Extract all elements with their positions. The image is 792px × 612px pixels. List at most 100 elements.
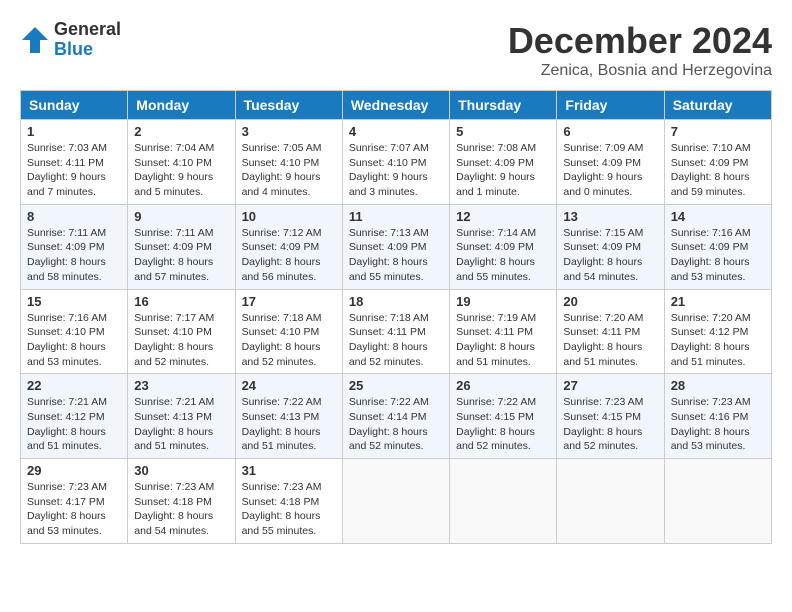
calendar-cell-w2-d3: 11 Sunrise: 7:13 AMSunset: 4:09 PMDayligh… bbox=[342, 204, 449, 289]
day-info: Sunrise: 7:21 AMSunset: 4:12 PMDaylight:… bbox=[27, 395, 121, 454]
day-number: 23 bbox=[134, 378, 228, 393]
day-number: 15 bbox=[27, 294, 121, 309]
day-info: Sunrise: 7:19 AMSunset: 4:11 PMDaylight:… bbox=[456, 311, 550, 370]
calendar-week-5: 29 Sunrise: 7:23 AMSunset: 4:17 PMDayligh… bbox=[21, 459, 772, 544]
calendar-week-4: 22 Sunrise: 7:21 AMSunset: 4:12 PMDayligh… bbox=[21, 374, 772, 459]
page-header: General Blue December 2024 Zenica, Bosni… bbox=[20, 20, 772, 80]
calendar-cell-w4-d1: 23 Sunrise: 7:21 AMSunset: 4:13 PMDayligh… bbox=[128, 374, 235, 459]
day-info: Sunrise: 7:18 AMSunset: 4:10 PMDaylight:… bbox=[242, 311, 336, 370]
day-number: 9 bbox=[134, 209, 228, 224]
calendar-cell-w2-d4: 12 Sunrise: 7:14 AMSunset: 4:09 PMDayligh… bbox=[450, 204, 557, 289]
calendar-cell-w4-d0: 22 Sunrise: 7:21 AMSunset: 4:12 PMDayligh… bbox=[21, 374, 128, 459]
day-number: 31 bbox=[242, 463, 336, 478]
day-info: Sunrise: 7:23 AMSunset: 4:15 PMDaylight:… bbox=[563, 395, 657, 454]
day-info: Sunrise: 7:22 AMSunset: 4:14 PMDaylight:… bbox=[349, 395, 443, 454]
day-number: 18 bbox=[349, 294, 443, 309]
calendar-cell-w3-d2: 17 Sunrise: 7:18 AMSunset: 4:10 PMDayligh… bbox=[235, 289, 342, 374]
day-number: 17 bbox=[242, 294, 336, 309]
day-number: 28 bbox=[671, 378, 765, 393]
day-info: Sunrise: 7:23 AMSunset: 4:17 PMDaylight:… bbox=[27, 480, 121, 539]
calendar-cell-w5-d2: 31 Sunrise: 7:23 AMSunset: 4:18 PMDayligh… bbox=[235, 459, 342, 544]
day-info: Sunrise: 7:11 AMSunset: 4:09 PMDaylight:… bbox=[134, 226, 228, 285]
logo-icon bbox=[20, 25, 50, 55]
day-info: Sunrise: 7:11 AMSunset: 4:09 PMDaylight:… bbox=[27, 226, 121, 285]
day-number: 20 bbox=[563, 294, 657, 309]
calendar-week-1: 1 Sunrise: 7:03 AMSunset: 4:11 PMDaylight… bbox=[21, 120, 772, 205]
calendar-cell-w5-d6 bbox=[664, 459, 771, 544]
header-monday: Monday bbox=[128, 91, 235, 120]
day-info: Sunrise: 7:16 AMSunset: 4:10 PMDaylight:… bbox=[27, 311, 121, 370]
day-number: 11 bbox=[349, 209, 443, 224]
calendar-cell-w1-d4: 5 Sunrise: 7:08 AMSunset: 4:09 PMDaylight… bbox=[450, 120, 557, 205]
day-info: Sunrise: 7:18 AMSunset: 4:11 PMDaylight:… bbox=[349, 311, 443, 370]
day-number: 25 bbox=[349, 378, 443, 393]
day-info: Sunrise: 7:20 AMSunset: 4:11 PMDaylight:… bbox=[563, 311, 657, 370]
header-wednesday: Wednesday bbox=[342, 91, 449, 120]
calendar-cell-w3-d0: 15 Sunrise: 7:16 AMSunset: 4:10 PMDayligh… bbox=[21, 289, 128, 374]
day-info: Sunrise: 7:12 AMSunset: 4:09 PMDaylight:… bbox=[242, 226, 336, 285]
day-number: 8 bbox=[27, 209, 121, 224]
day-info: Sunrise: 7:13 AMSunset: 4:09 PMDaylight:… bbox=[349, 226, 443, 285]
day-info: Sunrise: 7:08 AMSunset: 4:09 PMDaylight:… bbox=[456, 141, 550, 200]
calendar-cell-w4-d3: 25 Sunrise: 7:22 AMSunset: 4:14 PMDayligh… bbox=[342, 374, 449, 459]
calendar-cell-w2-d1: 9 Sunrise: 7:11 AMSunset: 4:09 PMDaylight… bbox=[128, 204, 235, 289]
calendar-cell-w5-d0: 29 Sunrise: 7:23 AMSunset: 4:17 PMDayligh… bbox=[21, 459, 128, 544]
day-info: Sunrise: 7:14 AMSunset: 4:09 PMDaylight:… bbox=[456, 226, 550, 285]
day-info: Sunrise: 7:04 AMSunset: 4:10 PMDaylight:… bbox=[134, 141, 228, 200]
day-number: 26 bbox=[456, 378, 550, 393]
calendar-cell-w5-d1: 30Sunrise: 7:23 AMSunset: 4:18 PMDayligh… bbox=[128, 459, 235, 544]
calendar-cell-w3-d4: 19 Sunrise: 7:19 AMSunset: 4:11 PMDayligh… bbox=[450, 289, 557, 374]
calendar-cell-w5-d4 bbox=[450, 459, 557, 544]
day-info: Sunrise: 7:21 AMSunset: 4:13 PMDaylight:… bbox=[134, 395, 228, 454]
day-number: 16 bbox=[134, 294, 228, 309]
calendar-cell-w1-d0: 1 Sunrise: 7:03 AMSunset: 4:11 PMDaylight… bbox=[21, 120, 128, 205]
day-number: 27 bbox=[563, 378, 657, 393]
day-number: 22 bbox=[27, 378, 121, 393]
calendar-cell-w3-d1: 16 Sunrise: 7:17 AMSunset: 4:10 PMDayligh… bbox=[128, 289, 235, 374]
day-number: 19 bbox=[456, 294, 550, 309]
day-number: 21 bbox=[671, 294, 765, 309]
calendar-cell-w4-d6: 28 Sunrise: 7:23 AMSunset: 4:16 PMDayligh… bbox=[664, 374, 771, 459]
day-info: Sunrise: 7:23 AMSunset: 4:16 PMDaylight:… bbox=[671, 395, 765, 454]
calendar-cell-w1-d5: 6 Sunrise: 7:09 AMSunset: 4:09 PMDaylight… bbox=[557, 120, 664, 205]
day-info: Sunrise: 7:23 AMSunset: 4:18 PMDaylight:… bbox=[134, 480, 228, 539]
calendar-cell-w4-d2: 24Sunrise: 7:22 AMSunset: 4:13 PMDayligh… bbox=[235, 374, 342, 459]
day-info: Sunrise: 7:15 AMSunset: 4:09 PMDaylight:… bbox=[563, 226, 657, 285]
day-info: Sunrise: 7:20 AMSunset: 4:12 PMDaylight:… bbox=[671, 311, 765, 370]
day-info: Sunrise: 7:23 AMSunset: 4:18 PMDaylight:… bbox=[242, 480, 336, 539]
day-number: 12 bbox=[456, 209, 550, 224]
day-number: 5 bbox=[456, 124, 550, 139]
day-number: 29 bbox=[27, 463, 121, 478]
day-number: 14 bbox=[671, 209, 765, 224]
day-info: Sunrise: 7:10 AMSunset: 4:09 PMDaylight:… bbox=[671, 141, 765, 200]
calendar-cell-w4-d5: 27 Sunrise: 7:23 AMSunset: 4:15 PMDayligh… bbox=[557, 374, 664, 459]
calendar-cell-w3-d3: 18 Sunrise: 7:18 AMSunset: 4:11 PMDayligh… bbox=[342, 289, 449, 374]
header-sunday: Sunday bbox=[21, 91, 128, 120]
day-info: Sunrise: 7:09 AMSunset: 4:09 PMDaylight:… bbox=[563, 141, 657, 200]
day-number: 2 bbox=[134, 124, 228, 139]
day-number: 7 bbox=[671, 124, 765, 139]
month-title: December 2024 bbox=[508, 20, 772, 62]
day-info: Sunrise: 7:22 AMSunset: 4:15 PMDaylight:… bbox=[456, 395, 550, 454]
calendar-week-2: 8 Sunrise: 7:11 AMSunset: 4:09 PMDaylight… bbox=[21, 204, 772, 289]
calendar-cell-w5-d3 bbox=[342, 459, 449, 544]
day-info: Sunrise: 7:17 AMSunset: 4:10 PMDaylight:… bbox=[134, 311, 228, 370]
calendar-cell-w2-d0: 8 Sunrise: 7:11 AMSunset: 4:09 PMDaylight… bbox=[21, 204, 128, 289]
calendar-cell-w2-d6: 14Sunrise: 7:16 AMSunset: 4:09 PMDayligh… bbox=[664, 204, 771, 289]
day-number: 1 bbox=[27, 124, 121, 139]
header-thursday: Thursday bbox=[450, 91, 557, 120]
header-friday: Friday bbox=[557, 91, 664, 120]
day-info: Sunrise: 7:03 AMSunset: 4:11 PMDaylight:… bbox=[27, 141, 121, 200]
day-number: 10 bbox=[242, 209, 336, 224]
calendar-header-row: Sunday Monday Tuesday Wednesday Thursday… bbox=[21, 91, 772, 120]
calendar-cell-w2-d2: 10 Sunrise: 7:12 AMSunset: 4:09 PMDayligh… bbox=[235, 204, 342, 289]
calendar-cell-w1-d6: 7 Sunrise: 7:10 AMSunset: 4:09 PMDaylight… bbox=[664, 120, 771, 205]
logo-general-text: General bbox=[54, 20, 121, 40]
calendar-cell-w3-d5: 20 Sunrise: 7:20 AMSunset: 4:11 PMDayligh… bbox=[557, 289, 664, 374]
header-saturday: Saturday bbox=[664, 91, 771, 120]
day-number: 6 bbox=[563, 124, 657, 139]
header-tuesday: Tuesday bbox=[235, 91, 342, 120]
calendar-cell-w1-d3: 4Sunrise: 7:07 AMSunset: 4:10 PMDaylight… bbox=[342, 120, 449, 205]
day-number: 3 bbox=[242, 124, 336, 139]
day-number: 13 bbox=[563, 209, 657, 224]
